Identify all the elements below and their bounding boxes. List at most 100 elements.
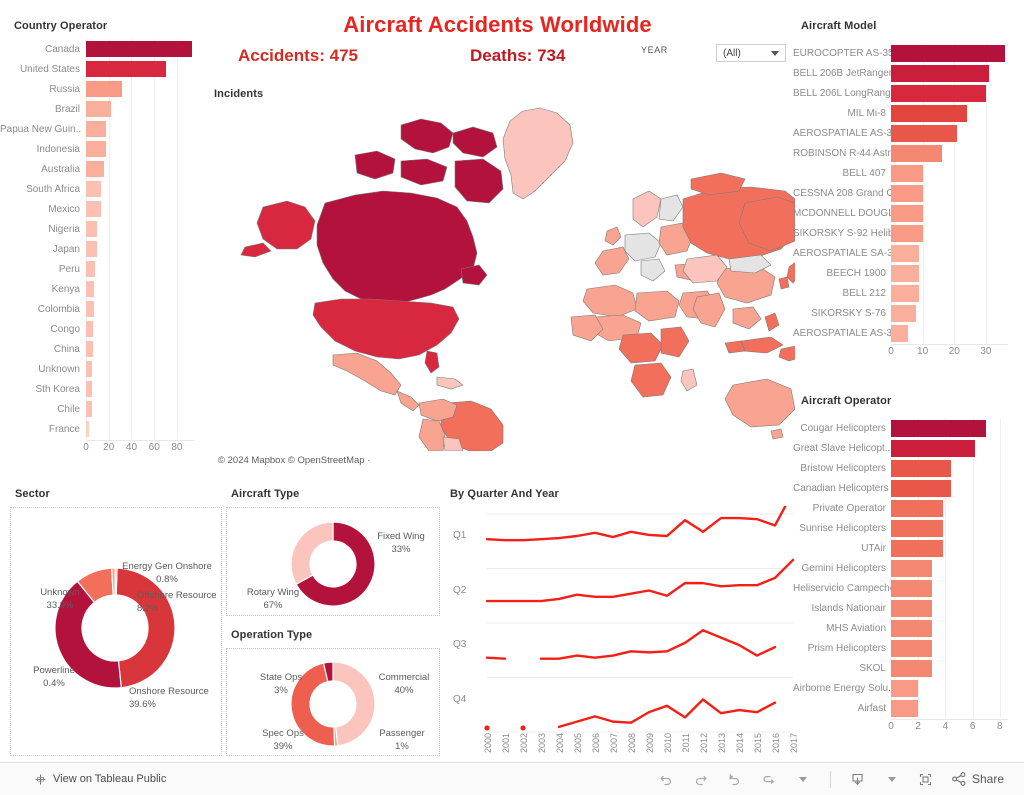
bar[interactable] bbox=[891, 164, 923, 182]
table-row[interactable]: Australia bbox=[0, 159, 194, 179]
map-country-tasmania[interactable] bbox=[770, 428, 784, 440]
map-country-central-america[interactable] bbox=[396, 390, 420, 412]
bar[interactable] bbox=[86, 41, 192, 57]
bar[interactable] bbox=[891, 324, 909, 342]
bar[interactable] bbox=[891, 439, 976, 457]
table-row[interactable]: ROBINSON R-44 Astro bbox=[793, 143, 1008, 163]
map-country-greenland[interactable] bbox=[502, 107, 574, 200]
table-row[interactable]: Cougar Helicopters bbox=[793, 418, 1008, 438]
table-row[interactable]: Papua New Guin.. bbox=[0, 119, 194, 139]
map-country-united-states[interactable] bbox=[312, 298, 460, 360]
world-choropleth-map[interactable] bbox=[205, 103, 795, 451]
table-row[interactable]: Heliservicio Campeche bbox=[793, 578, 1008, 598]
map-country-indonesia-1[interactable] bbox=[740, 336, 784, 354]
bar[interactable] bbox=[891, 619, 932, 637]
map-country-canada-arctic-1[interactable] bbox=[400, 118, 454, 154]
table-row[interactable]: Sth Korea bbox=[0, 379, 194, 399]
table-row[interactable]: Canadian Helicopters bbox=[793, 478, 1008, 498]
table-row[interactable]: Great Slave Helicopt.. bbox=[793, 438, 1008, 458]
table-row[interactable]: Private Operator bbox=[793, 498, 1008, 518]
map-country-east-africa[interactable] bbox=[660, 326, 690, 358]
bar[interactable] bbox=[891, 144, 942, 162]
table-row[interactable]: AEROSPATIALE AS-3.. bbox=[793, 123, 1008, 143]
bar[interactable] bbox=[86, 301, 94, 317]
map-country-italy-balkans[interactable] bbox=[640, 258, 666, 282]
map-country-uk-ireland[interactable] bbox=[604, 226, 622, 246]
bar[interactable] bbox=[891, 64, 990, 82]
table-row[interactable]: Kenya bbox=[0, 279, 194, 299]
table-row[interactable]: AEROSPATIALE SA-3.. bbox=[793, 243, 1008, 263]
table-row[interactable]: Islands Nationair bbox=[793, 598, 1008, 618]
table-row[interactable]: Canada bbox=[0, 39, 194, 59]
map-country-alaska[interactable] bbox=[256, 200, 316, 250]
table-row[interactable]: BEECH 1900 bbox=[793, 263, 1008, 283]
table-row[interactable]: Brazil bbox=[0, 99, 194, 119]
table-row[interactable]: Colombia bbox=[0, 299, 194, 319]
bar[interactable] bbox=[891, 104, 967, 122]
redo-button[interactable] bbox=[686, 767, 716, 791]
bar[interactable] bbox=[891, 659, 932, 677]
bar[interactable] bbox=[891, 559, 932, 577]
operation-type-donut-container[interactable]: Commercial 40% Passenger 1% Spec Ops 39% State… bbox=[226, 648, 440, 756]
map-country-canada-arctic-2[interactable] bbox=[452, 126, 498, 158]
download-dropdown-caret[interactable] bbox=[877, 767, 907, 791]
map-country-colombia-venezuela[interactable] bbox=[418, 398, 458, 422]
bar[interactable] bbox=[86, 281, 94, 297]
bar[interactable] bbox=[86, 181, 101, 197]
table-row[interactable]: MCDONNELL DOUGL.. bbox=[793, 203, 1008, 223]
line-series[interactable] bbox=[485, 558, 795, 603]
bar[interactable] bbox=[86, 401, 92, 417]
map-country-philippines[interactable] bbox=[764, 312, 780, 332]
bar[interactable] bbox=[86, 61, 166, 77]
bar[interactable] bbox=[86, 101, 111, 117]
bar[interactable] bbox=[891, 579, 932, 597]
map-country-central-europe[interactable] bbox=[624, 232, 662, 262]
bar[interactable] bbox=[891, 459, 951, 477]
bar[interactable] bbox=[891, 679, 919, 697]
table-row[interactable]: BELL 206L LongRang.. bbox=[793, 83, 1008, 103]
revert-button[interactable] bbox=[720, 767, 750, 791]
bar[interactable] bbox=[891, 499, 943, 517]
map-country-canada[interactable] bbox=[316, 190, 478, 304]
table-row[interactable]: South Africa bbox=[0, 179, 194, 199]
sector-donut-container[interactable]: Energy Gen Onshore 0.8% Offshore Resource 8… bbox=[10, 507, 222, 756]
bar[interactable] bbox=[891, 639, 932, 657]
table-row[interactable]: Airborne Energy Solu.. bbox=[793, 678, 1008, 698]
map-country-canada-arctic-3[interactable] bbox=[354, 150, 396, 180]
aircraft-type-donut-container[interactable]: Fixed Wing 33% Rotary Wing 67% bbox=[226, 507, 440, 616]
table-row[interactable]: Japan bbox=[0, 239, 194, 259]
bar[interactable] bbox=[891, 699, 919, 717]
map-country-mexico[interactable] bbox=[332, 352, 402, 396]
bar[interactable] bbox=[891, 304, 917, 322]
table-row[interactable]: SIKORSKY S-92 Helib.. bbox=[793, 223, 1008, 243]
bar[interactable] bbox=[86, 261, 96, 277]
map-country-nordic-east[interactable] bbox=[658, 194, 684, 222]
download-button[interactable] bbox=[843, 767, 873, 791]
bar[interactable] bbox=[891, 599, 932, 617]
bar[interactable] bbox=[891, 519, 943, 537]
bar[interactable] bbox=[891, 84, 986, 102]
bar[interactable] bbox=[86, 81, 123, 97]
bar[interactable] bbox=[891, 284, 920, 302]
bar[interactable] bbox=[891, 244, 920, 262]
map-country-indonesia-2[interactable] bbox=[724, 340, 746, 354]
line-series[interactable] bbox=[557, 698, 777, 729]
map-country-korea[interactable] bbox=[778, 276, 790, 290]
refresh-button[interactable] bbox=[754, 767, 784, 791]
table-row[interactable]: AEROSPATIALE AS-3.. bbox=[793, 323, 1008, 343]
share-button[interactable]: Share bbox=[945, 771, 1010, 787]
bar[interactable] bbox=[86, 201, 101, 217]
line-series[interactable] bbox=[485, 656, 507, 660]
bar[interactable] bbox=[891, 419, 987, 437]
year-filter-select[interactable]: (All) bbox=[716, 44, 786, 62]
table-row[interactable]: CESSNA 208 Grand C.. bbox=[793, 183, 1008, 203]
bar[interactable] bbox=[891, 124, 958, 142]
map-country-us-florida[interactable] bbox=[424, 350, 440, 374]
table-row[interactable]: Peru bbox=[0, 259, 194, 279]
table-row[interactable]: United States bbox=[0, 59, 194, 79]
refresh-dropdown-caret[interactable] bbox=[788, 767, 818, 791]
table-row[interactable]: Gemini Helicopters bbox=[793, 558, 1008, 578]
table-row[interactable]: SIKORSKY S-76 bbox=[793, 303, 1008, 323]
map-country-central-africa[interactable] bbox=[618, 332, 664, 364]
map-country-alaska-tail[interactable] bbox=[240, 242, 272, 258]
